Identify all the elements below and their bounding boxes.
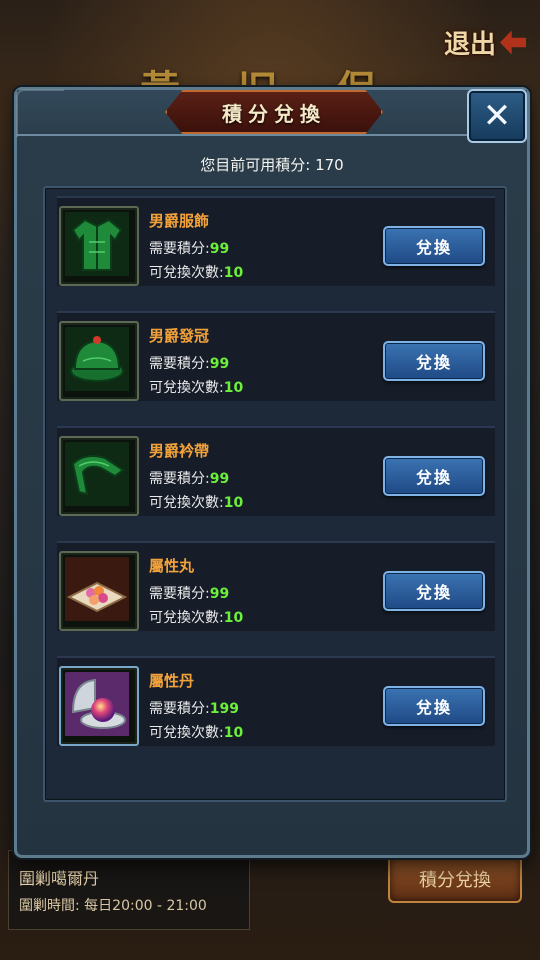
exchange-button[interactable]: 兌換 [383, 341, 485, 381]
event-info-panel: 圍剿噶爾丹 圍剿時間: 每日20:00 - 21:00 [8, 850, 250, 930]
item-name: 男爵發冠 [149, 327, 210, 345]
item-cost: 需要積分:99 [149, 583, 229, 603]
item-count: 可兌換次數:10 [149, 722, 243, 742]
corner-ornament-icon [16, 89, 64, 137]
collar-icon [65, 442, 133, 510]
available-points-value: 170 [315, 156, 344, 174]
item-count-label: 可兌換次數: [149, 725, 224, 741]
item-cost-value: 99 [209, 241, 230, 257]
item-count-label: 可兌換次數: [149, 380, 224, 396]
item-count-value: 10 [223, 610, 244, 626]
exchange-item-row: 屬性丹 需要積分:199 可兌換次數:10 兌換 [57, 656, 495, 746]
item-cost-label: 需要積分: [149, 586, 210, 602]
close-icon: ✕ [482, 96, 512, 136]
elixir-orb-icon [65, 672, 133, 740]
item-cost-label: 需要積分: [149, 471, 210, 487]
back-arrow-icon [500, 30, 526, 55]
item-count-label: 可兌換次數: [149, 495, 224, 511]
item-icon-frame [59, 206, 139, 286]
robe-icon [65, 212, 133, 280]
event-time: 圍剿時間: 每日20:00 - 21:00 [19, 895, 207, 915]
available-points-label: 您目前可用積分: [200, 156, 311, 174]
item-cost-value: 99 [209, 356, 230, 372]
event-time-label: 圍剿時間: [19, 898, 80, 914]
item-count-label: 可兌換次數: [149, 265, 224, 281]
item-count-value: 10 [223, 725, 244, 741]
item-name: 男爵服飾 [149, 212, 210, 230]
item-count-value: 10 [223, 380, 244, 396]
item-cost-label: 需要積分: [149, 241, 210, 257]
event-time-value: 每日20:00 - 21:00 [84, 898, 207, 914]
item-cost-value: 99 [209, 586, 230, 602]
item-icon-frame [59, 551, 139, 631]
item-count: 可兌換次數:10 [149, 492, 243, 512]
item-icon-frame [59, 666, 139, 746]
points-exchange-dialog: 積分兌換 ✕ 您目前可用積分: 170 男爵服飾 需要積分:99 可兌換次數:1… [14, 87, 530, 858]
pill-tray-icon [65, 557, 133, 625]
exchange-button[interactable]: 兌換 [383, 571, 485, 611]
item-cost-value: 199 [209, 701, 239, 717]
item-cost: 需要積分:99 [149, 238, 229, 258]
item-cost: 需要積分:99 [149, 353, 229, 373]
item-name: 屬性丸 [149, 557, 195, 575]
item-icon-frame [59, 436, 139, 516]
item-count: 可兌換次數:10 [149, 607, 243, 627]
exchange-item-row: 屬性丸 需要積分:99 可兌換次數:10 兌換 [57, 541, 495, 631]
item-count: 可兌換次數:10 [149, 262, 243, 282]
item-count-value: 10 [223, 265, 244, 281]
item-name: 屬性丹 [149, 672, 195, 690]
exit-button[interactable]: 退出 [444, 24, 526, 61]
item-cost: 需要積分:199 [149, 698, 239, 718]
item-cost: 需要積分:99 [149, 468, 229, 488]
item-icon-frame [59, 321, 139, 401]
item-count-label: 可兌換次數: [149, 610, 224, 626]
exchange-item-row: 男爵服飾 需要積分:99 可兌換次數:10 兌換 [57, 196, 495, 286]
item-cost-label: 需要積分: [149, 701, 210, 717]
exchange-item-row: 男爵衿帶 需要積分:99 可兌換次數:10 兌換 [57, 426, 495, 516]
dialog-title: 積分兌換 [165, 90, 383, 134]
item-name: 男爵衿帶 [149, 442, 210, 460]
exchange-item-list[interactable]: 男爵服飾 需要積分:99 可兌換次數:10 兌換 男爵發冠 需要積分:99 可兌… [43, 186, 507, 802]
exchange-button[interactable]: 兌換 [383, 226, 485, 266]
cap-icon [65, 327, 133, 395]
item-count: 可兌換次數:10 [149, 377, 243, 397]
exchange-button[interactable]: 兌換 [383, 456, 485, 496]
exchange-button[interactable]: 兌換 [383, 686, 485, 726]
item-count-value: 10 [223, 495, 244, 511]
exchange-item-row: 男爵發冠 需要積分:99 可兌換次數:10 兌換 [57, 311, 495, 401]
item-cost-label: 需要積分: [149, 356, 210, 372]
available-points: 您目前可用積分: 170 [17, 154, 527, 175]
item-cost-value: 99 [209, 471, 230, 487]
event-name: 圍剿噶爾丹 [19, 869, 100, 888]
close-button[interactable]: ✕ [467, 89, 527, 143]
exit-label: 退出 [443, 30, 496, 60]
points-exchange-open-button[interactable]: 積分兌換 [388, 855, 522, 903]
